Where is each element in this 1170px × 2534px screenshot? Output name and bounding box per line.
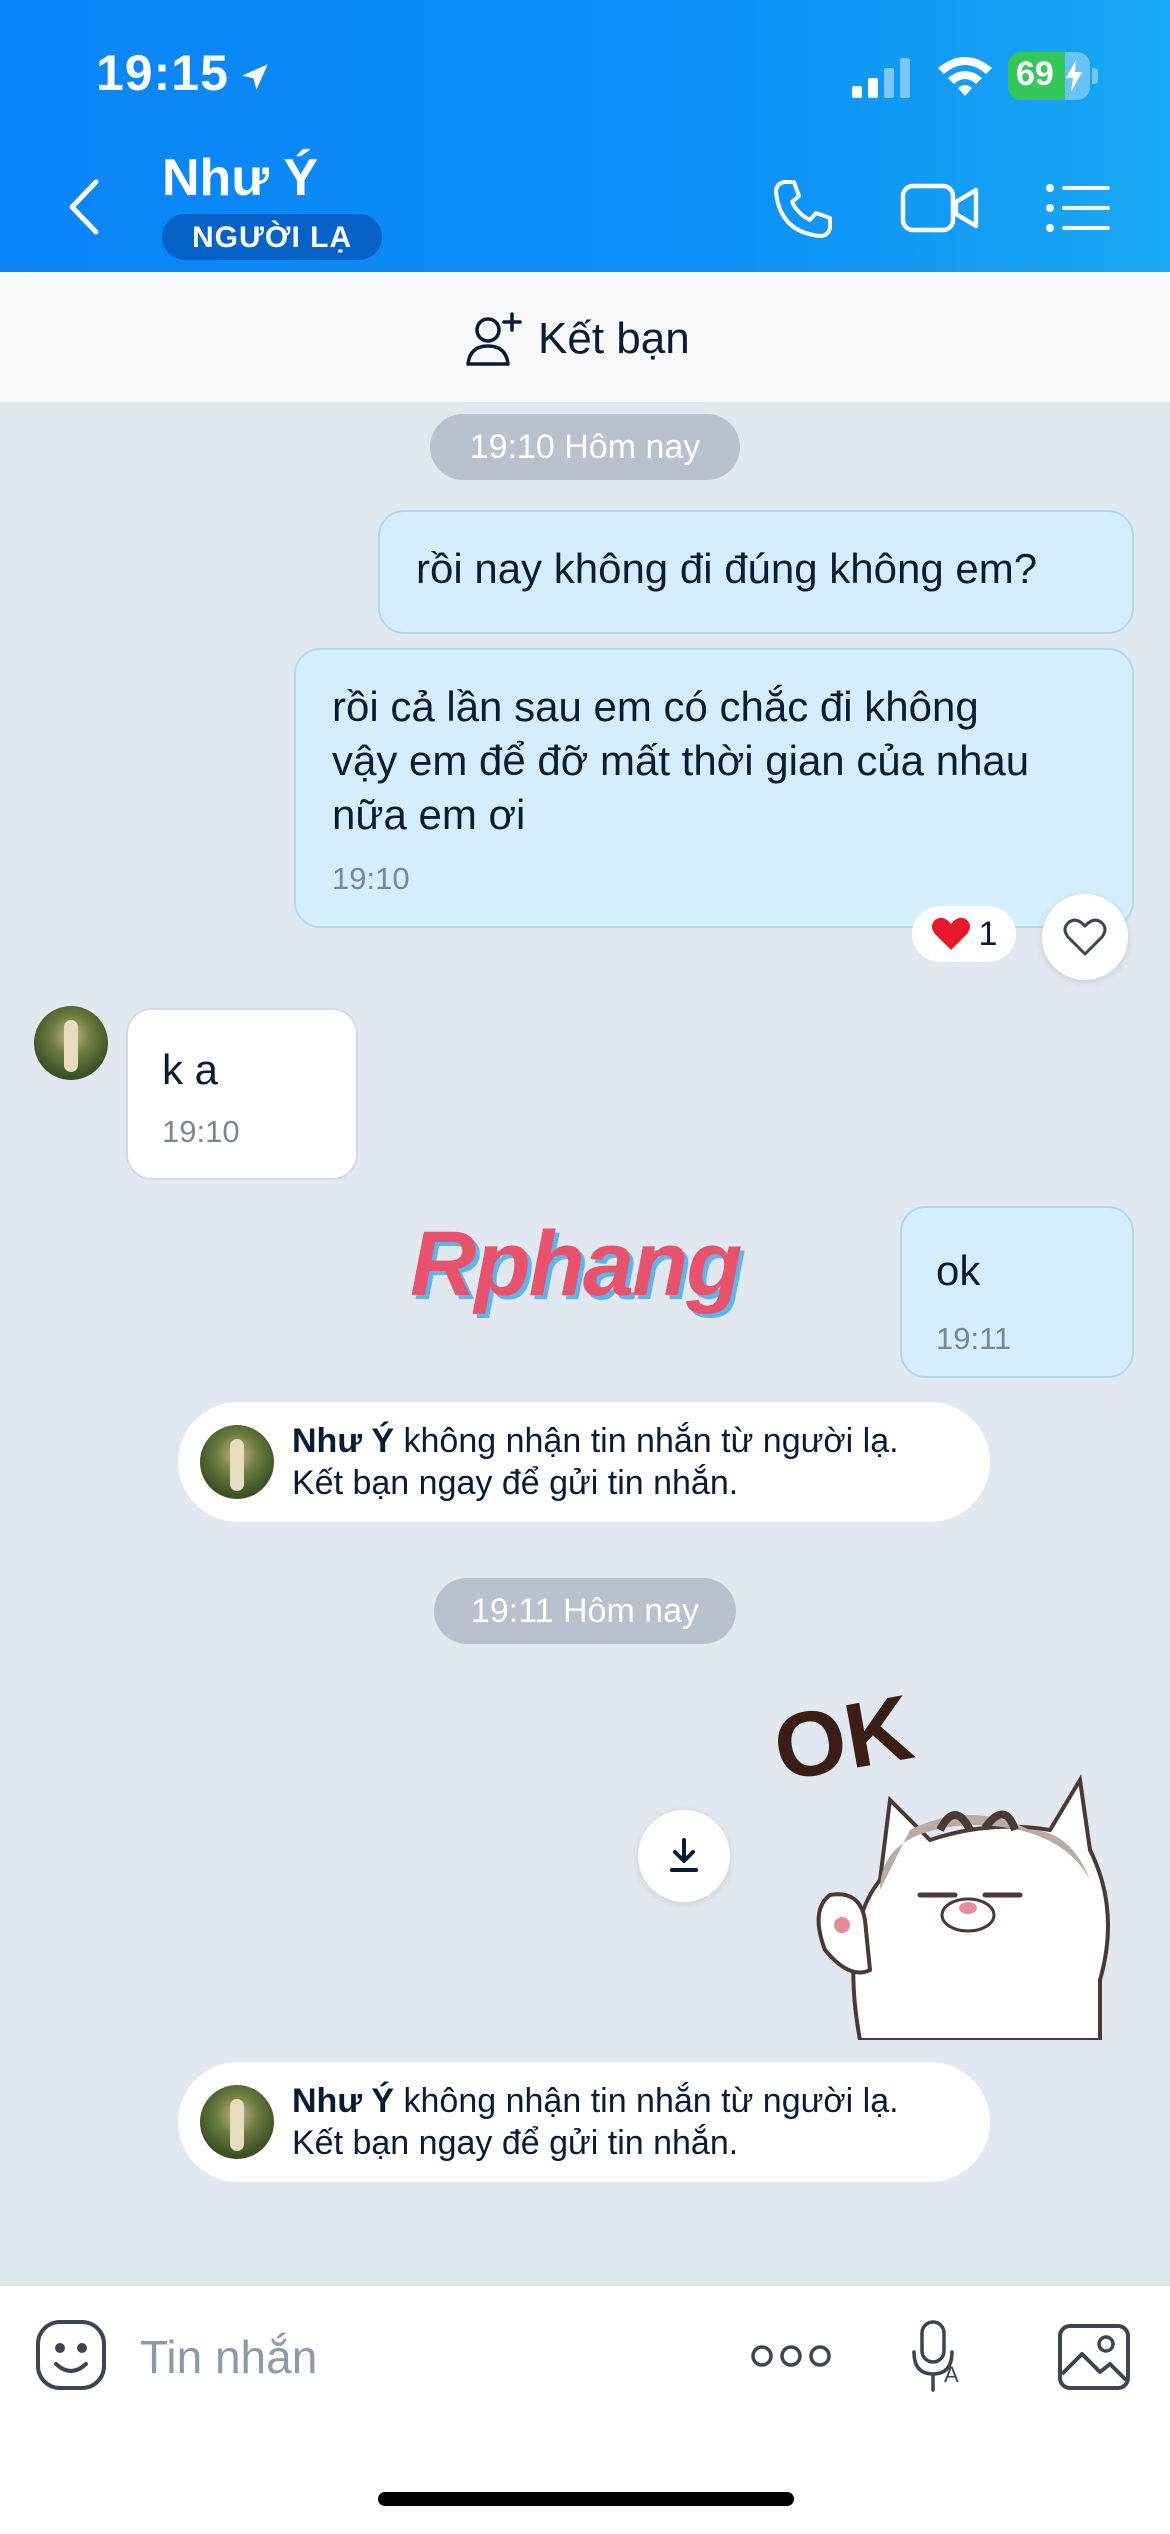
system-notice-2: Như Ý không nhận tin nhắn từ người lạ. K…: [178, 2062, 990, 2182]
download-icon: [670, 1838, 698, 1872]
phone-icon[interactable]: [770, 176, 836, 242]
notice-line1: không nhận tin nhắn từ người lạ.: [394, 2082, 899, 2120]
message-text: k a: [162, 1046, 219, 1093]
like-button[interactable]: [1042, 894, 1128, 980]
message-text-line2: vậy em để đỡ mất thời gian của nhau: [332, 737, 1030, 784]
notice-line2: Kết bạn ngay để gửi tin nhắn.: [292, 1464, 739, 1502]
notice-name: Như Ý: [292, 1422, 395, 1460]
video-camera-icon[interactable]: [900, 180, 980, 236]
heart-reaction[interactable]: 1: [912, 906, 1016, 962]
battery-cap: [1092, 68, 1098, 84]
message-time: 19:10: [332, 861, 410, 896]
svg-text:A: A: [944, 2362, 959, 2387]
ok-cat-sticker[interactable]: OK: [770, 1680, 1110, 2040]
contact-avatar: [200, 1425, 274, 1499]
add-user-icon: [466, 312, 522, 366]
cellular-signal-icon: [852, 58, 910, 98]
outgoing-message-3[interactable]: ok 19:11: [900, 1206, 1134, 1378]
charging-bolt-icon: [1066, 60, 1082, 92]
contact-avatar: [200, 2085, 274, 2159]
back-arrow-icon[interactable]: [60, 176, 110, 238]
notice-line1: không nhận tin nhắn từ người lạ.: [394, 1422, 899, 1460]
photo-gallery-icon[interactable]: [1056, 2322, 1132, 2392]
message-input[interactable]: [140, 2322, 660, 2392]
download-button[interactable]: [638, 1810, 730, 1902]
sticker-emoji-icon[interactable]: [34, 2318, 108, 2392]
message-text: ok: [936, 1247, 981, 1294]
status-time: 19:15: [96, 45, 229, 101]
message-text-line1: rồi cả lần sau em có chắc đi không: [332, 683, 979, 730]
message-text: rồi nay không đi đúng không em?: [416, 545, 1038, 592]
notice-name: Như Ý: [292, 2082, 395, 2120]
heart-icon: [931, 917, 970, 950]
location-arrow-icon: [242, 64, 268, 90]
incoming-message-1[interactable]: k a 19:10: [126, 1008, 358, 1180]
heart-outline-icon: [1063, 918, 1107, 956]
add-friend-label: Kết bạn: [538, 314, 690, 363]
more-options-icon[interactable]: [750, 2336, 832, 2376]
home-indicator: [378, 2492, 794, 2506]
wifi-icon: [938, 57, 992, 96]
contact-name[interactable]: Như Ý: [162, 148, 318, 208]
battery-indicator: 69: [1008, 52, 1090, 100]
notice-line2: Kết bạn ngay để gửi tin nhắn.: [292, 2124, 739, 2162]
date-separator-1: 19:10 Hôm nay: [430, 414, 740, 480]
reaction-count: 1: [978, 914, 998, 953]
sticker-text: OK: [770, 1680, 920, 1801]
system-notice-1: Như Ý không nhận tin nhắn từ người lạ. K…: [178, 1402, 990, 1522]
message-time: 19:11: [936, 1321, 1012, 1356]
watermark-logo: Rphang: [410, 1213, 742, 1315]
notice-text: Như Ý không nhận tin nhắn từ người lạ. K…: [292, 2080, 899, 2164]
battery-percent: 69: [1016, 55, 1054, 93]
stranger-badge: NGƯỜI LẠ: [162, 214, 383, 260]
add-friend-button[interactable]: Kết bạn: [466, 306, 690, 372]
message-text-line3: nữa em ơi: [332, 791, 526, 838]
notice-text: Như Ý không nhận tin nhắn từ người lạ. K…: [292, 1420, 899, 1504]
contact-avatar[interactable]: [34, 1006, 108, 1080]
message-time: 19:10: [162, 1114, 240, 1149]
outgoing-message-2[interactable]: rồi cả lần sau em có chắc đi không vậy e…: [294, 648, 1134, 928]
outgoing-message-1[interactable]: rồi nay không đi đúng không em?: [378, 510, 1134, 634]
date-separator-2: 19:11 Hôm nay: [434, 1578, 736, 1644]
menu-list-icon[interactable]: [1044, 180, 1112, 236]
voice-to-text-icon[interactable]: A: [908, 2318, 968, 2394]
